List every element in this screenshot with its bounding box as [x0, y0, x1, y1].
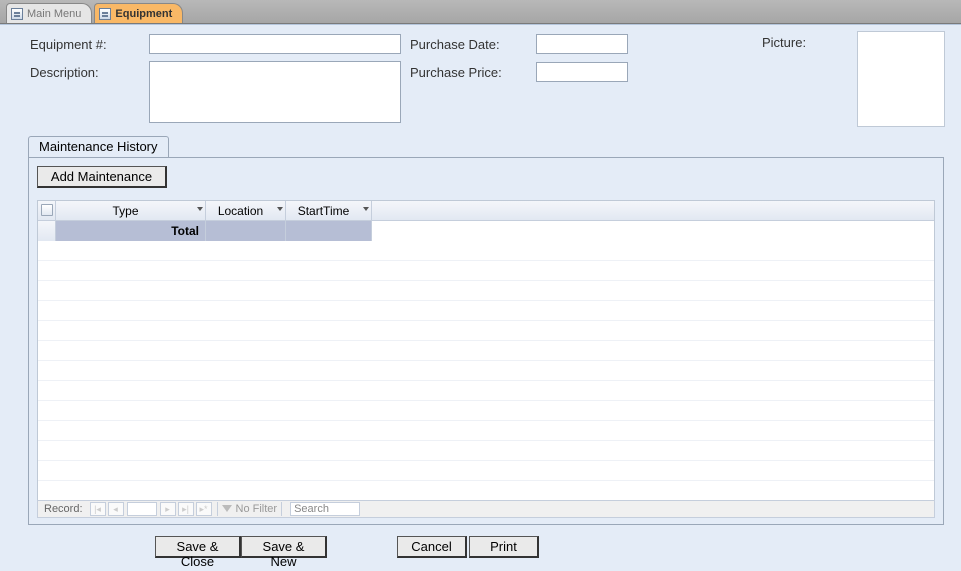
column-header-location-label: Location	[218, 204, 263, 218]
record-navigator: Record: |◂ ◂ ▸ ▸| ▸* No Filter Search	[37, 500, 935, 518]
tab-maintenance-history-label: Maintenance History	[39, 139, 158, 154]
purchase-price-input[interactable]	[536, 62, 628, 82]
equipment-no-label: Equipment #:	[30, 37, 107, 52]
total-starttime-cell	[286, 221, 372, 241]
form-area: Equipment #: Description: Purchase Date:…	[0, 24, 961, 571]
maintenance-history-subform: Add Maintenance Type Location StartTime	[28, 157, 944, 525]
form-icon	[99, 8, 111, 20]
maintenance-grid[interactable]: Type Location StartTime Total	[37, 200, 935, 504]
tab-main-menu-label: Main Menu	[27, 8, 81, 20]
bottom-buttons: Save & Close Save & New Cancel Print	[0, 535, 961, 559]
nav-separator	[217, 502, 218, 516]
add-maintenance-label: Add Maintenance	[51, 169, 152, 184]
tab-main-menu[interactable]: Main Menu	[6, 3, 92, 23]
nav-first-button[interactable]: |◂	[90, 502, 106, 516]
add-maintenance-button[interactable]: Add Maintenance	[37, 166, 167, 188]
equipment-no-input[interactable]	[149, 34, 401, 54]
search-placeholder: Search	[294, 503, 329, 515]
cancel-label: Cancel	[411, 539, 451, 554]
grid-total-row: Total	[38, 221, 934, 241]
save-new-label: Save & New	[263, 539, 305, 569]
column-header-location[interactable]: Location	[206, 201, 286, 220]
total-empty	[372, 221, 934, 241]
nav-last-button[interactable]: ▸|	[178, 502, 194, 516]
total-location-cell	[206, 221, 286, 241]
purchase-date-label: Purchase Date:	[410, 37, 500, 52]
tab-equipment[interactable]: Equipment	[94, 3, 183, 23]
description-label: Description:	[30, 65, 99, 80]
purchase-date-input[interactable]	[536, 34, 628, 54]
row-selector-total[interactable]	[38, 221, 56, 241]
nav-next-button[interactable]: ▸	[160, 502, 176, 516]
chevron-down-icon[interactable]	[363, 207, 369, 211]
print-label: Print	[490, 539, 517, 554]
print-button[interactable]: Print	[469, 536, 539, 558]
description-input[interactable]	[149, 61, 401, 123]
column-header-type[interactable]: Type	[56, 201, 206, 220]
column-header-starttime-label: StartTime	[298, 204, 350, 218]
nav-new-button[interactable]: ▸*	[196, 502, 212, 516]
picture-box[interactable]	[857, 31, 945, 127]
save-new-button[interactable]: Save & New	[241, 536, 327, 558]
grid-body[interactable]	[38, 241, 934, 504]
column-header-type-label: Type	[112, 204, 138, 218]
tab-maintenance-history[interactable]: Maintenance History	[28, 136, 169, 158]
tab-equipment-label: Equipment	[115, 8, 172, 20]
nav-separator	[281, 502, 282, 516]
record-number-box[interactable]	[127, 502, 157, 516]
grid-header: Type Location StartTime	[38, 201, 934, 221]
record-label: Record:	[38, 503, 89, 515]
column-header-empty	[372, 201, 934, 220]
filter-icon	[222, 505, 232, 515]
total-row-label: Total	[171, 224, 199, 238]
form-icon	[11, 8, 23, 20]
row-selector-header[interactable]	[38, 201, 56, 220]
save-close-button[interactable]: Save & Close	[155, 536, 241, 558]
chevron-down-icon[interactable]	[197, 207, 203, 211]
picture-label: Picture:	[762, 35, 806, 50]
chevron-down-icon[interactable]	[277, 207, 283, 211]
save-close-label: Save & Close	[177, 539, 219, 569]
column-header-starttime[interactable]: StartTime	[286, 201, 372, 220]
filter-label[interactable]: No Filter	[236, 503, 278, 515]
cancel-button[interactable]: Cancel	[397, 536, 467, 558]
nav-prev-button[interactable]: ◂	[108, 502, 124, 516]
purchase-price-label: Purchase Price:	[410, 65, 502, 80]
document-tabs: Main Menu Equipment	[0, 0, 961, 24]
search-box[interactable]: Search	[290, 502, 360, 516]
